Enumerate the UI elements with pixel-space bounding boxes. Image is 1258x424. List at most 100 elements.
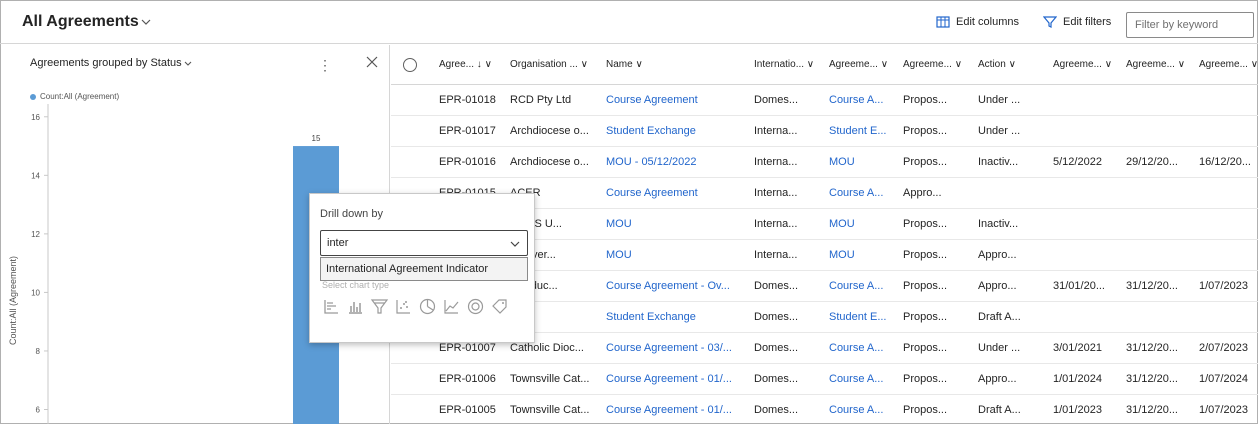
table-row[interactable]: EPR-01016 Archdiocese o... MOU - 05/12/202…	[391, 147, 1258, 178]
drill-down-option[interactable]: International Agreement Indicator	[320, 257, 528, 281]
columns-icon	[936, 16, 950, 28]
y-tick-label: 6	[36, 406, 41, 415]
table-row[interactable]: EPR-01006 Townsville Cat... Course Agreeme…	[391, 364, 1258, 395]
column-header[interactable]: Agreeme... ∨	[1126, 45, 1185, 85]
table-cell: Propos...	[903, 404, 948, 416]
table-cell: Interna...	[754, 218, 798, 230]
table-cell: 31/01/20...	[1053, 280, 1105, 292]
table-cell[interactable]: MOU	[829, 240, 855, 271]
table-cell[interactable]: MOU	[829, 147, 855, 178]
table-cell[interactable]: MOU - 05/12/2022	[606, 147, 697, 178]
table-cell[interactable]: Course A...	[829, 271, 883, 302]
bar-icon[interactable]	[322, 297, 341, 316]
table-cell: Propos...	[903, 342, 948, 354]
chevron-down-icon[interactable]	[140, 16, 152, 28]
table-cell[interactable]: Course Agreement - Ov...	[606, 271, 730, 302]
drill-down-input-value[interactable]: inter	[327, 237, 348, 249]
table-cell[interactable]: Course Agreement - 01/...	[606, 395, 732, 424]
table-cell[interactable]: Student E...	[829, 116, 886, 147]
table-cell: Inactiv...	[978, 218, 1019, 230]
table-cell: Inactiv...	[978, 156, 1019, 168]
pie-icon[interactable]	[418, 297, 437, 316]
table-cell[interactable]: Student E...	[829, 302, 886, 333]
select-all-radio[interactable]	[403, 58, 417, 72]
y-axis-label: Count:All (Agreement)	[8, 255, 18, 345]
donut-icon[interactable]	[466, 297, 485, 316]
table-cell: Propos...	[903, 125, 948, 137]
table-cell[interactable]: MOU	[829, 209, 855, 240]
table-cell[interactable]: MOU	[606, 209, 632, 240]
column-header[interactable]: Agreeme... ∨	[1053, 45, 1112, 85]
column-header[interactable]: Agreeme... ∨	[1199, 45, 1258, 85]
scatter-icon[interactable]	[394, 297, 413, 316]
table-cell: Propos...	[903, 280, 948, 292]
table-cell[interactable]: Course A...	[829, 178, 883, 209]
funnel-icon[interactable]	[370, 297, 389, 316]
line-icon[interactable]	[442, 297, 461, 316]
column-header[interactable]: Agreeme... ∨	[903, 45, 962, 85]
table-cell: Interna...	[754, 187, 798, 199]
table-cell: Propos...	[903, 218, 948, 230]
table-cell: Domes...	[754, 280, 799, 292]
table-cell: EPR-01018	[439, 94, 496, 106]
table-cell: 5/12/2022	[1053, 156, 1102, 168]
table-cell: Propos...	[903, 156, 948, 168]
chart-type-icons	[322, 297, 509, 316]
table-cell[interactable]: Course A...	[829, 333, 883, 364]
table-cell: 3/01/2021	[1053, 342, 1102, 354]
column-icon[interactable]	[346, 297, 365, 316]
table-cell: Archdiocese o...	[510, 125, 589, 137]
edit-columns-button[interactable]: Edit columns	[936, 15, 1019, 29]
column-header[interactable]: Agreeme... ∨	[829, 45, 888, 85]
table-cell: Draft A...	[978, 311, 1021, 323]
chevron-down-icon[interactable]	[509, 238, 521, 250]
column-header[interactable]: Internatio... ∨	[754, 45, 814, 85]
table-cell[interactable]: Student Exchange	[606, 116, 696, 147]
tag-icon[interactable]	[490, 297, 509, 316]
table-row[interactable]: EPR-01018 RCD Pty Ltd Course Agreement Dome…	[391, 85, 1258, 116]
table-cell: Interna...	[754, 125, 798, 137]
table-row[interactable]: EPR-01017 Archdiocese o... Student Exchang…	[391, 116, 1258, 147]
table-cell[interactable]: Course Agreement - 03/...	[606, 333, 732, 364]
table-cell: 29/12/20...	[1126, 156, 1178, 168]
table-cell[interactable]: Course A...	[829, 395, 883, 424]
drill-down-title: Drill down by	[320, 208, 383, 220]
y-tick-label: 12	[31, 230, 40, 239]
edit-columns-label: Edit columns	[956, 16, 1019, 28]
table-cell[interactable]: Course A...	[829, 364, 883, 395]
table-cell[interactable]: Course Agreement - 01/...	[606, 364, 732, 395]
filter-keyword-input[interactable]	[1126, 12, 1254, 38]
table-cell: Propos...	[903, 249, 948, 261]
table-cell: Appro...	[978, 280, 1017, 292]
table-cell: 1/07/2023	[1199, 404, 1248, 416]
table-cell: Domes...	[754, 342, 799, 354]
y-tick-label: 16	[31, 113, 40, 122]
column-header[interactable]: Agree... ↓ ∨	[439, 45, 492, 85]
table-cell[interactable]: Course Agreement	[606, 85, 698, 116]
table-cell[interactable]: Course A...	[829, 85, 883, 116]
table-cell: Domes...	[754, 94, 799, 106]
table-row[interactable]: EPR-01005 Townsville Cat... Course Agreeme…	[391, 395, 1258, 424]
table-cell: Under ...	[978, 125, 1021, 137]
table-cell: Interna...	[754, 249, 798, 261]
table-cell: 1/01/2023	[1053, 404, 1102, 416]
table-cell: EPR-01016	[439, 156, 496, 168]
table-cell[interactable]: Course Agreement	[606, 178, 698, 209]
table-cell: 31/12/20...	[1126, 280, 1178, 292]
drill-down-popup: Drill down by inter Select chart type In…	[309, 193, 535, 343]
filter-icon	[1043, 16, 1057, 28]
edit-filters-button[interactable]: Edit filters	[1043, 15, 1111, 29]
view-title[interactable]: All Agreements	[22, 13, 139, 31]
table-cell: Townsville Cat...	[510, 404, 590, 416]
table-cell: EPR-01017	[439, 125, 496, 137]
column-header[interactable]: Name ∨	[606, 45, 643, 85]
column-header[interactable]: Organisation ... ∨	[510, 45, 588, 85]
table-cell: Interna...	[754, 156, 798, 168]
table-cell[interactable]: Student Exchange	[606, 302, 696, 333]
chart-type-label: Select chart type	[322, 280, 390, 290]
table-cell: EPR-01005	[439, 404, 496, 416]
table-cell[interactable]: MOU	[606, 240, 632, 271]
bar-value-label: 15	[312, 134, 321, 143]
column-header[interactable]: Action ∨	[978, 45, 1016, 85]
drill-down-combobox[interactable]: inter	[320, 230, 528, 256]
